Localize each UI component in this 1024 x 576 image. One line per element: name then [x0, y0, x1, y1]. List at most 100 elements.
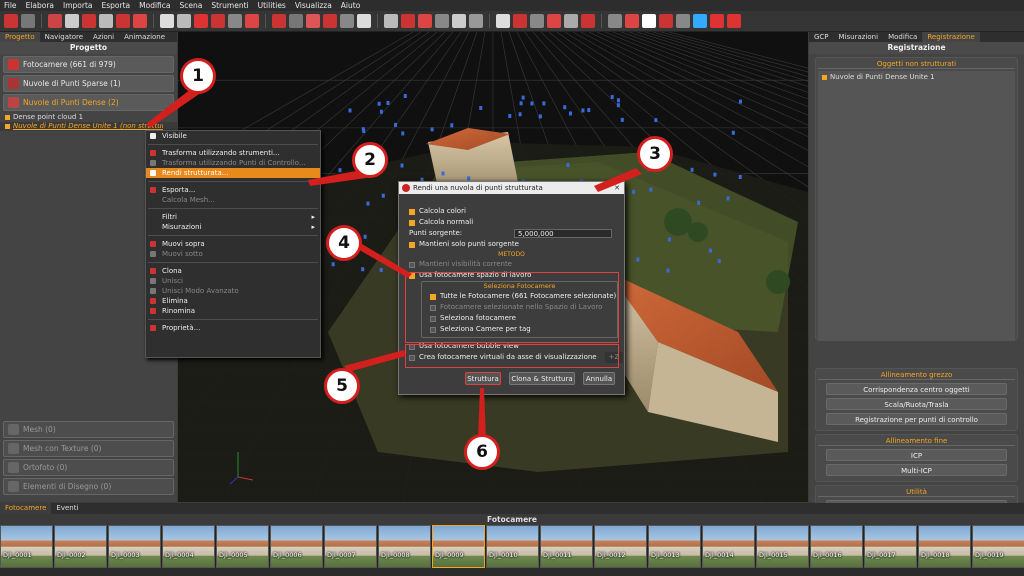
camera-thumbnail[interactable]: DJI_0003 — [108, 525, 161, 568]
cancel-button[interactable]: Annulla — [583, 372, 615, 385]
menu-item-muovi-sotto[interactable]: Muovi sotto — [146, 249, 320, 259]
toolbar-tool-icon[interactable] — [469, 14, 483, 28]
toolbar-tool-icon[interactable] — [608, 14, 622, 28]
menu-item-trasforma-utilizzando-strumenti[interactable]: Trasforma utilizzando strumenti... — [146, 148, 320, 158]
menu-strumenti[interactable]: Strumenti — [211, 1, 248, 10]
toolbar-tool-icon[interactable] — [581, 14, 595, 28]
menu-file[interactable]: File — [4, 1, 17, 10]
icp-button[interactable]: ICP — [826, 449, 1007, 461]
camera-thumbnail[interactable]: DJI_0009 — [432, 525, 485, 568]
toolbar-tool-icon[interactable] — [194, 14, 208, 28]
menu-item-elimina[interactable]: Elimina — [146, 296, 320, 306]
toolbar-tool-icon[interactable] — [21, 14, 35, 28]
camera-thumbnail[interactable]: DJI_0015 — [756, 525, 809, 568]
scale-rotate-translate-button[interactable]: Scala/Ruota/Trasla — [826, 398, 1007, 410]
calcola-colori-checkbox[interactable]: Calcola colori — [399, 206, 624, 217]
toolbar-tool-icon[interactable] — [547, 14, 561, 28]
toolbar-tool-icon[interactable] — [401, 14, 415, 28]
camera-thumbnail[interactable]: DJI_0011 — [540, 525, 593, 568]
toolbar-tool-icon[interactable] — [177, 14, 191, 28]
tab-animazione[interactable]: Animazione — [119, 32, 170, 42]
tab-gcp[interactable]: GCP — [809, 32, 834, 42]
camera-thumbnail[interactable]: DJI_0019 — [972, 525, 1024, 568]
menu-aiuto[interactable]: Aiuto — [341, 1, 361, 10]
toolbar-tool-icon[interactable] — [245, 14, 259, 28]
camera-thumbnail[interactable]: DJI_0013 — [648, 525, 701, 568]
camera-thumbnail[interactable]: DJI_0008 — [378, 525, 431, 568]
menu-importa[interactable]: Importa — [63, 1, 93, 10]
sparse-cloud-section[interactable]: Nuvole di Punti Sparse (1) — [3, 75, 174, 92]
menu-item-esporta[interactable]: Esporta... — [146, 185, 320, 195]
toolbar-tool-icon[interactable] — [82, 14, 96, 28]
toolbar-tool-icon[interactable] — [693, 14, 707, 28]
keep-visibility-checkbox[interactable]: Mantieni visibilità corrente — [399, 259, 624, 270]
dense-cloud-section[interactable]: Nuvole di Punti Dense (2) — [3, 94, 174, 111]
toolbar-tool-icon[interactable] — [357, 14, 371, 28]
object-center-match-button[interactable]: Corrispondenza centro oggetti — [826, 383, 1007, 395]
toolbar-tool-icon[interactable] — [99, 14, 113, 28]
mesh-section[interactable]: Mesh (0) — [3, 421, 174, 438]
toolbar-tool-icon[interactable] — [306, 14, 320, 28]
toolbar-tool-icon[interactable] — [642, 14, 656, 28]
menu-utilities[interactable]: Utilities — [258, 1, 286, 10]
toolbar-tool-icon[interactable] — [228, 14, 242, 28]
camera-thumbnail[interactable]: DJI_0017 — [864, 525, 917, 568]
menu-item-clona[interactable]: Clona — [146, 266, 320, 276]
camera-thumbnail[interactable]: DJI_0010 — [486, 525, 539, 568]
camera-thumbnail[interactable]: DJI_0005 — [216, 525, 269, 568]
menu-item-unisci[interactable]: Unisci — [146, 276, 320, 286]
toolbar-tool-icon[interactable] — [530, 14, 544, 28]
toolbar-tool-icon[interactable] — [133, 14, 147, 28]
menu-visualizza[interactable]: Visualizza — [295, 1, 332, 10]
menu-esporta[interactable]: Esporta — [102, 1, 131, 10]
toolbar-tool-icon[interactable] — [384, 14, 398, 28]
menu-item-trasforma-utilizzando-punti-di-controllo[interactable]: Trasforma utilizzando Punti di Controllo… — [146, 158, 320, 168]
menu-item-rendi-strutturata[interactable]: Rendi strutturata... — [146, 168, 320, 178]
toolbar-tool-icon[interactable] — [710, 14, 724, 28]
menu-scena[interactable]: Scena — [180, 1, 203, 10]
toolbar-tool-icon[interactable] — [289, 14, 303, 28]
calcola-normali-checkbox[interactable]: Calcola normali — [399, 217, 624, 228]
tab-eventi[interactable]: Eventi — [51, 503, 83, 514]
menu-item-calcola-mesh[interactable]: Calcola Mesh... — [146, 195, 320, 205]
cameras-section[interactable]: Fotocamere (661 di 979) — [3, 56, 174, 73]
camera-thumbnail[interactable]: DJI_0004 — [162, 525, 215, 568]
tab-azioni[interactable]: Azioni — [88, 32, 119, 42]
toolbar-tool-icon[interactable] — [435, 14, 449, 28]
camera-thumbnail[interactable]: DJI_0007 — [324, 525, 377, 568]
tab-registrazione[interactable]: Registrazione — [922, 32, 980, 42]
toolbar-tool-icon[interactable] — [48, 14, 62, 28]
menu-item-rinomina[interactable]: Rinomina — [146, 306, 320, 316]
toolbar-tool-icon[interactable] — [418, 14, 432, 28]
source-points-input[interactable]: 5,000,000 — [514, 229, 612, 238]
close-icon[interactable]: ✕ — [614, 182, 620, 194]
camera-thumbnail[interactable]: DJI_0014 — [702, 525, 755, 568]
camera-thumbnail[interactable]: DJI_0002 — [54, 525, 107, 568]
menu-item-muovi-sopra[interactable]: Muovi sopra — [146, 239, 320, 249]
tree-item-dense-cloud-1[interactable]: Dense point cloud 1 — [0, 113, 177, 122]
textured-mesh-section[interactable]: Mesh con Texture (0) — [3, 440, 174, 457]
toolbar-tool-icon[interactable] — [659, 14, 673, 28]
camera-thumbnail[interactable]: DJI_0018 — [918, 525, 971, 568]
struttura-button[interactable]: Struttura — [465, 372, 501, 385]
toolbar-tool-icon[interactable] — [116, 14, 130, 28]
orthophoto-section[interactable]: Ortofoto (0) — [3, 459, 174, 476]
toolbar-tool-icon[interactable] — [160, 14, 174, 28]
toolbar-tool-icon[interactable] — [323, 14, 337, 28]
toolbar-tool-icon[interactable] — [452, 14, 466, 28]
clone-and-structure-button[interactable]: Clona & Struttura — [509, 372, 575, 385]
drawing-elements-section[interactable]: Elementi di Disegno (0) — [3, 478, 174, 495]
menu-item-filtri[interactable]: Filtri ▸ — [146, 212, 320, 222]
keep-source-only-checkbox[interactable]: Mantieni solo punti sorgente — [399, 239, 624, 250]
toolbar-tool-icon[interactable] — [211, 14, 225, 28]
camera-thumbnail[interactable]: DJI_0012 — [594, 525, 647, 568]
tab-modifica[interactable]: Modifica — [883, 32, 922, 42]
tab-progetto[interactable]: Progetto — [0, 32, 40, 42]
menu-item-unisci-modo-avanzato[interactable]: Unisci Modo Avanzato — [146, 286, 320, 296]
tab-misurazioni[interactable]: Misurazioni — [834, 32, 884, 42]
unstructured-item[interactable]: Nuvole di Punti Dense Unite 1 — [830, 73, 935, 339]
menu-item-misurazioni[interactable]: Misurazioni ▸ — [146, 222, 320, 232]
multi-icp-button[interactable]: Multi-ICP — [826, 464, 1007, 476]
toolbar-tool-icon[interactable] — [4, 14, 18, 28]
toolbar-tool-icon[interactable] — [676, 14, 690, 28]
